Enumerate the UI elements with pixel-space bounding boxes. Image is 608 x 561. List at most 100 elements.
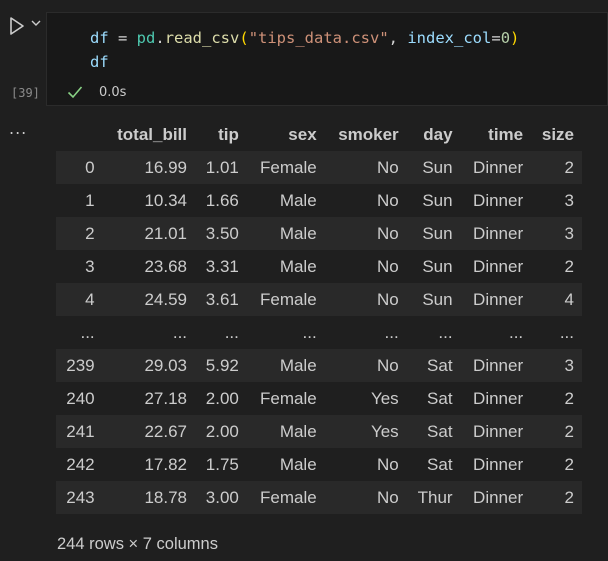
row-index: ... <box>80 322 95 342</box>
row-index: 3 <box>85 256 95 276</box>
row-index: 243 <box>66 487 95 507</box>
table-cell: 2 <box>564 454 574 474</box>
dataframe-shape: 244 rows × 7 columns <box>57 535 218 553</box>
table-cell: Male <box>279 256 317 276</box>
row-index: 240 <box>66 388 95 408</box>
table-cell: 5.92 <box>205 355 239 375</box>
table-cell: Thur <box>417 487 453 507</box>
table-cell: Dinner <box>473 454 524 474</box>
table-cell: ... <box>224 322 239 342</box>
table-cell: Dinner <box>473 256 524 276</box>
table-cell: 1.01 <box>205 157 239 177</box>
code-token: = <box>491 29 501 47</box>
table-cell: Dinner <box>473 355 524 375</box>
table-row: 242 17.82 1.75 Male No Sat Dinner 2 <box>56 448 582 481</box>
table-row: 2 21.01 3.50 Male No Sun Dinner 3 <box>56 217 582 250</box>
table-cell: Sun <box>422 223 453 243</box>
table-cell: ... <box>302 322 317 342</box>
table-cell: Dinner <box>473 190 524 210</box>
table-cell: 2 <box>564 256 574 276</box>
table-cell: 2 <box>564 388 574 408</box>
code-token: . <box>155 29 165 47</box>
table-cell: Yes <box>370 421 399 441</box>
table-cell: Female <box>259 157 317 177</box>
table-cell: Sun <box>422 289 453 309</box>
code-token: 0 <box>500 29 511 47</box>
table-cell: 17.82 <box>144 454 188 474</box>
table-cell: No <box>376 223 399 243</box>
table-cell: 23.68 <box>144 256 188 276</box>
table-cell: 3 <box>564 190 574 210</box>
table-cell: Dinner <box>473 223 524 243</box>
row-index: 241 <box>66 421 95 441</box>
table-cell: 1.75 <box>205 454 239 474</box>
row-index: 242 <box>66 454 95 474</box>
execution-time: 0.0s <box>99 84 127 100</box>
table-cell: Dinner <box>473 421 524 441</box>
code-line-2: df <box>90 53 109 71</box>
check-icon <box>67 86 83 99</box>
table-cell: 21.01 <box>144 223 188 243</box>
table-cell: 2 <box>564 157 574 177</box>
output-more-actions[interactable]: ... <box>9 119 27 138</box>
row-index: 2 <box>85 223 95 243</box>
table-cell: No <box>376 355 399 375</box>
table-cell: 3.31 <box>205 256 239 276</box>
header-row: total_bill tip sex smoker day time size <box>56 118 582 151</box>
column-header: total_bill <box>102 118 196 151</box>
column-header: smoker <box>324 118 407 151</box>
table-cell: 27.18 <box>144 388 188 408</box>
table-cell: 2.00 <box>205 421 239 441</box>
table-cell: Sat <box>427 388 453 408</box>
code-editor[interactable]: df = pd.read_csv("tips_data.csv", index_… <box>46 12 608 106</box>
run-icon[interactable] <box>8 16 26 36</box>
row-index: 239 <box>66 355 95 375</box>
code-token: pd <box>136 29 156 47</box>
table-cell: Sat <box>427 421 453 441</box>
table-cell: 2.00 <box>205 388 239 408</box>
code-line-1: df = pd.read_csv("tips_data.csv", index_… <box>90 29 519 47</box>
table-cell: Sun <box>422 190 453 210</box>
table-cell: 24.59 <box>144 289 188 309</box>
table-row: 241 22.67 2.00 Male Yes Sat Dinner 2 <box>56 415 582 448</box>
table-cell: Sat <box>427 355 453 375</box>
row-index: 0 <box>85 157 95 177</box>
table-row: 239 29.03 5.92 Male No Sat Dinner 3 <box>56 349 582 382</box>
table-cell: ... <box>559 322 574 342</box>
table-cell: No <box>376 289 399 309</box>
table-row: 3 23.68 3.31 Male No Sun Dinner 2 <box>56 250 582 283</box>
row-index: 1 <box>85 190 95 210</box>
table-cell: No <box>376 256 399 276</box>
table-cell: 3 <box>564 223 574 243</box>
chevron-down-icon[interactable] <box>30 17 42 29</box>
table-cell: Dinner <box>473 487 524 507</box>
column-header: day <box>406 118 461 151</box>
code-token: ( <box>239 29 249 47</box>
table-cell: 3.50 <box>205 223 239 243</box>
code-token: index_col <box>407 29 492 47</box>
code-token: read_csv <box>164 29 240 47</box>
code-token: ) <box>510 29 520 47</box>
table-row: 1 10.34 1.66 Male No Sun Dinner 3 <box>56 184 582 217</box>
column-header: time <box>460 118 532 151</box>
table-cell: 2 <box>564 487 574 507</box>
table-cell: No <box>376 487 399 507</box>
column-header: size <box>531 118 582 151</box>
column-header: tip <box>195 118 247 151</box>
table-cell: No <box>376 157 399 177</box>
table-cell: Dinner <box>473 157 524 177</box>
execution-count: [39] <box>11 86 40 100</box>
notebook-cell: [39] df = pd.read_csv("tips_data.csv", i… <box>0 0 608 561</box>
table-cell: 16.99 <box>144 157 188 177</box>
table-row: 4 24.59 3.61 Female No Sun Dinner 4 <box>56 283 582 316</box>
table-cell: 3 <box>564 355 574 375</box>
dataframe-table: total_bill tip sex smoker day time size 0 16.99… <box>56 118 582 514</box>
table-row: 240 27.18 2.00 Female Yes Sat Dinner 2 <box>56 382 582 415</box>
table-cell: Sun <box>422 256 453 276</box>
table-cell: Male <box>279 421 317 441</box>
table-cell: 3.61 <box>205 289 239 309</box>
table-row: 0 16.99 1.01 Female No Sun Dinner 2 <box>56 151 582 184</box>
table-cell: Male <box>279 355 317 375</box>
row-index: 4 <box>85 289 95 309</box>
table-row: 243 18.78 3.00 Female No Thur Dinner 2 <box>56 481 582 514</box>
